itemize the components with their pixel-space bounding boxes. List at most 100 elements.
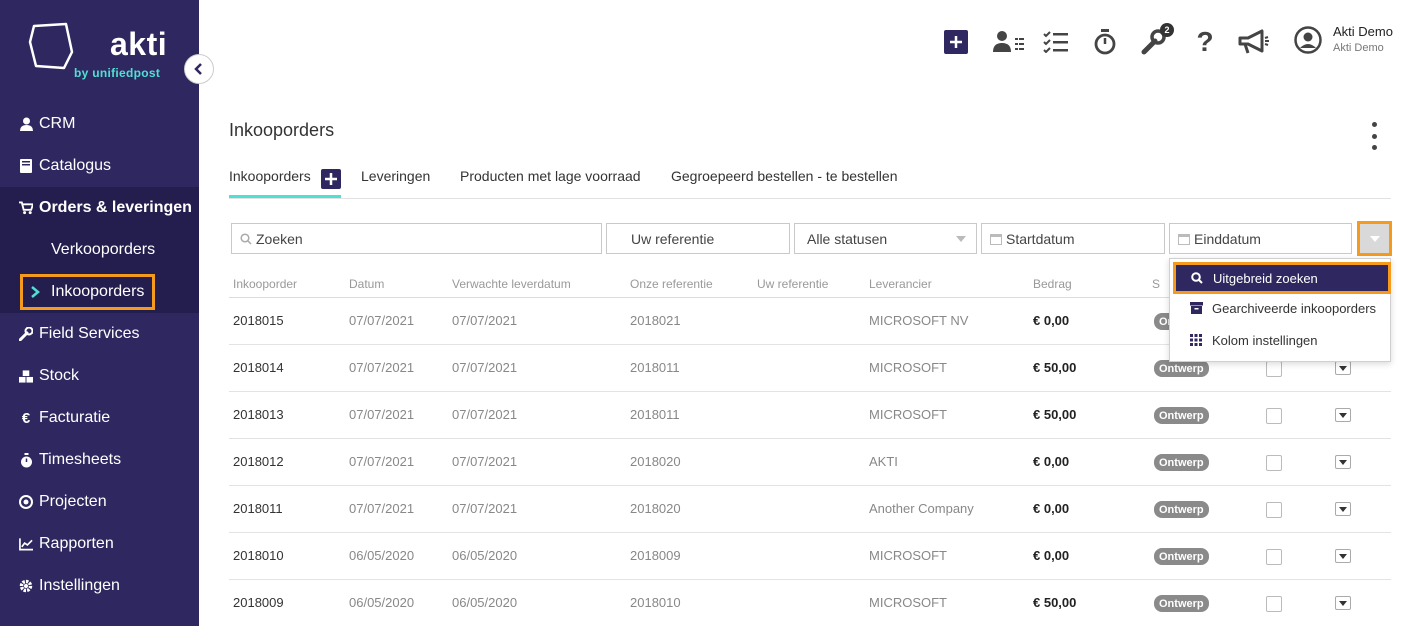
sidebar-item-facturatie[interactable]: € Facturatie [0, 397, 199, 439]
help-button[interactable]: ? [1195, 26, 1215, 57]
search-icon [240, 232, 252, 245]
column-header-inkooporder[interactable]: Inkooporder [233, 277, 297, 291]
tasks-button[interactable] [1043, 28, 1069, 56]
status-badge: Ontwerp [1154, 454, 1209, 471]
grid-icon [1189, 334, 1203, 346]
menu-item-archived-orders[interactable]: Gearchiveerde inkooporders [1170, 293, 1390, 323]
table-row[interactable]: 2018010 06/05/2020 06/05/2020 2018009 MI… [229, 533, 1391, 580]
menu-item-column-settings[interactable]: Kolom instellingen [1170, 325, 1390, 355]
gear-icon [19, 579, 33, 593]
sidebar-subitem-verkooporders[interactable]: Verkooporders [0, 229, 199, 271]
dot-icon [1371, 133, 1377, 139]
cell-inkooporder[interactable]: 2018015 [233, 313, 284, 328]
caret-down-icon [1339, 412, 1347, 418]
filter-options-dropdown-button[interactable] [1357, 221, 1392, 256]
sidebar-item-stock[interactable]: Stock [0, 355, 199, 397]
table-row[interactable]: 2018011 07/07/2021 07/07/2021 2018020 An… [229, 486, 1391, 533]
cell-inkooporder[interactable]: 2018013 [233, 407, 284, 422]
row-checkbox[interactable] [1266, 455, 1282, 471]
sidebar-item-timesheets[interactable]: Timesheets [0, 439, 199, 481]
row-actions-button[interactable] [1335, 361, 1351, 375]
status-badge: Ontwerp [1154, 501, 1209, 518]
status-select[interactable]: Alle statusen [794, 223, 977, 254]
announcements-button[interactable] [1238, 28, 1270, 56]
reference-input[interactable]: Uw referentie [606, 223, 790, 254]
start-date-input[interactable]: Startdatum [981, 223, 1165, 254]
user-avatar[interactable] [1294, 26, 1322, 54]
more-options-button[interactable] [1365, 122, 1383, 150]
caret-down-icon [1339, 459, 1347, 465]
contacts-list-icon [993, 31, 1024, 52]
column-header-verwachte-leverdatum[interactable]: Verwachte leverdatum [452, 277, 571, 291]
tab-leveringen[interactable]: Leveringen [361, 168, 430, 184]
archive-icon [1189, 302, 1203, 314]
cell-onze-referentie: 2018021 [630, 313, 681, 328]
cell-bedrag: € 0,00 [1033, 548, 1070, 563]
status-badge: Ontwerp [1154, 595, 1209, 612]
row-checkbox[interactable] [1266, 549, 1282, 565]
column-header-leverancier[interactable]: Leverancier [869, 277, 932, 291]
cell-inkooporder[interactable]: 2018011 [233, 501, 283, 516]
caret-down-icon [1369, 235, 1380, 242]
cubes-icon [19, 369, 33, 383]
row-actions-button[interactable] [1335, 549, 1351, 563]
column-header-bedrag[interactable]: Bedrag [1033, 277, 1072, 291]
target-icon [19, 495, 33, 509]
end-date-input[interactable]: Einddatum [1169, 223, 1352, 254]
sidebar-item-projecten[interactable]: Projecten [0, 481, 199, 523]
column-header-status[interactable]: S [1152, 277, 1160, 291]
row-actions-button[interactable] [1335, 455, 1351, 469]
cell-inkooporder[interactable]: 2018009 [233, 595, 284, 610]
cell-bedrag: € 50,00 [1033, 407, 1077, 422]
plus-square-icon [944, 30, 968, 54]
row-checkbox[interactable] [1266, 408, 1282, 424]
sidebar-item-crm[interactable]: CRM [0, 103, 199, 145]
row-checkbox[interactable] [1266, 502, 1282, 518]
sidebar-item-rapporten[interactable]: Rapporten [0, 523, 199, 565]
cell-datum: 06/05/2020 [349, 595, 415, 610]
table-row[interactable]: 2018013 07/07/2021 07/07/2021 2018011 MI… [229, 392, 1391, 439]
tab-lage-voorraad[interactable]: Producten met lage voorraad [460, 168, 641, 184]
add-inkooporder-button[interactable] [321, 169, 341, 189]
contacts-button[interactable] [993, 28, 1025, 56]
cell-inkooporder[interactable]: 2018010 [233, 548, 284, 563]
euro-icon: € [21, 409, 31, 427]
tab-gegroepeerd[interactable]: Gegroepeerd bestellen - te bestellen [671, 168, 897, 184]
sidebar-item-label: Timesheets [39, 451, 122, 468]
wrench-icon [19, 327, 33, 341]
search-input[interactable]: Zoeken [231, 223, 602, 254]
sidebar-item-field-services[interactable]: Field Services [0, 313, 199, 355]
stopwatch-icon [1094, 29, 1116, 55]
add-button[interactable] [944, 28, 968, 56]
sidebar: akti by unifiedpost CRM Catalogus Orders… [0, 0, 199, 626]
caret-down-icon [1339, 553, 1347, 559]
timer-button[interactable] [1093, 28, 1117, 56]
cell-datum: 07/07/2021 [349, 313, 415, 328]
sidebar-item-label: Instellingen [39, 577, 120, 594]
cell-inkooporder[interactable]: 2018014 [233, 360, 284, 375]
sidebar-item-instellingen[interactable]: Instellingen [0, 565, 199, 607]
row-actions-button[interactable] [1335, 502, 1351, 516]
cell-inkooporder[interactable]: 2018012 [233, 454, 284, 469]
row-actions-button[interactable] [1335, 596, 1351, 610]
table-row[interactable]: 2018012 07/07/2021 07/07/2021 2018020 AK… [229, 439, 1391, 486]
sidebar-subitem-inkooporders[interactable]: Inkooporders [20, 274, 155, 310]
status-badge: Ontwerp [1154, 407, 1209, 424]
column-header-datum[interactable]: Datum [349, 277, 384, 291]
tab-inkooporders[interactable]: Inkooporders [229, 168, 311, 184]
column-header-onze-referentie[interactable]: Onze referentie [630, 277, 713, 291]
sidebar-item-label: Facturatie [39, 409, 111, 426]
logo[interactable]: akti by unifiedpost [0, 0, 199, 102]
user-name[interactable]: Akti Demo [1333, 24, 1393, 39]
row-checkbox[interactable] [1266, 361, 1282, 377]
sidebar-collapse-button[interactable] [184, 54, 214, 84]
sidebar-item-orders[interactable]: Orders & leveringen [0, 187, 199, 229]
row-actions-button[interactable] [1335, 408, 1351, 422]
sidebar-item-label: Field Services [39, 325, 140, 342]
column-header-uw-referentie[interactable]: Uw referentie [757, 277, 828, 291]
user-circle-icon [1294, 26, 1322, 54]
table-row[interactable]: 2018009 06/05/2020 06/05/2020 2018010 MI… [229, 580, 1391, 626]
menu-item-advanced-search[interactable]: Uitgebreid zoeken [1173, 262, 1391, 294]
sidebar-item-catalogus[interactable]: Catalogus [0, 145, 199, 187]
row-checkbox[interactable] [1266, 596, 1282, 612]
